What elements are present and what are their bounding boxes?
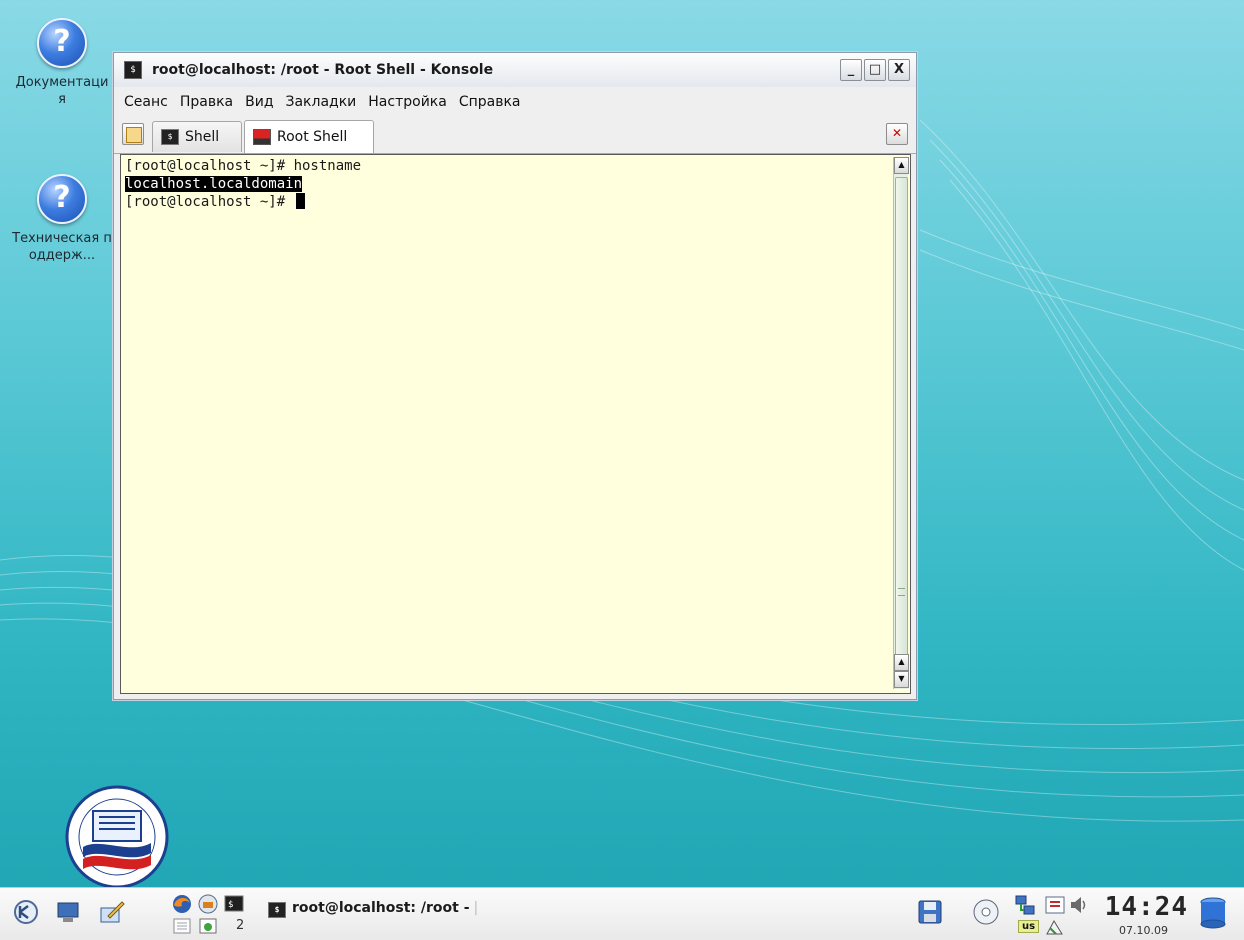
scroll-up-button[interactable]: ▲ [894, 157, 909, 174]
taskbar-task-konsole[interactable]: $ root@localhost: /root - | [268, 894, 500, 940]
calendar-icon[interactable] [198, 918, 218, 934]
selected-text: localhost.localdomain [125, 176, 303, 192]
tab-label: Shell [185, 129, 220, 145]
terminal-output: [root@localhost ~]# hostname localhost.lo… [125, 157, 885, 211]
menu-settings[interactable]: Настройка [366, 92, 449, 112]
desktop-icon-support[interactable]: ? Техническая поддерж... [12, 174, 112, 264]
tab-root-shell[interactable]: Root Shell [244, 120, 374, 153]
terminal-icon: $ [161, 129, 179, 145]
kde-menu-icon[interactable] [12, 898, 40, 926]
scroll-up-button-bottom[interactable]: ▲ [894, 654, 909, 671]
network-status-icon[interactable] [1014, 894, 1040, 916]
konsole-window[interactable]: $ root@localhost: /root - Root Shell - K… [113, 52, 917, 700]
text-cursor [295, 193, 305, 209]
help-icon: ? [37, 174, 87, 224]
menubar: Сеанс Правка Вид Закладки Настройка Спра… [114, 87, 916, 117]
scrollbar-thumb[interactable] [895, 177, 908, 659]
desktop-icon-label: Документация [15, 75, 109, 107]
update-notifier-icon[interactable] [1044, 918, 1066, 936]
new-tab-button[interactable] [122, 123, 144, 145]
terminal-line: [root@localhost ~]# hostname [125, 158, 362, 174]
save-icon[interactable] [916, 898, 944, 926]
desktop-icon-label: Техническая поддерж... [12, 231, 112, 263]
grip-icon [898, 588, 905, 596]
network-client-icon[interactable] [198, 894, 218, 914]
menu-help[interactable]: Справка [457, 92, 523, 112]
terminal-icon[interactable]: $ [224, 894, 244, 914]
taskbar: $ 2 $ root@localhost: /root - | us 14:24… [0, 887, 1244, 940]
terminal-prompt-line: [root@localhost ~]# [125, 193, 885, 211]
menu-view[interactable]: Вид [243, 92, 275, 112]
virtual-desktop-pager[interactable]: 2 [236, 918, 244, 933]
keyboard-layout-indicator[interactable]: us [1018, 920, 1040, 933]
window-title: root@localhost: /root - Root Shell - Kon… [152, 62, 494, 78]
date: 07.10.09 [1119, 924, 1168, 937]
text-editor-icon[interactable] [172, 918, 192, 934]
firefox-icon[interactable] [172, 894, 192, 914]
terminal-icon: $ [124, 61, 142, 79]
new-session-icon [126, 127, 142, 143]
window-titlebar[interactable]: $ root@localhost: /root - Root Shell - K… [114, 53, 916, 87]
svg-text:$: $ [228, 900, 233, 910]
education-project-logo [65, 785, 169, 889]
minimize-button[interactable]: _ [840, 59, 862, 81]
close-tab-button[interactable]: ✕ [886, 123, 908, 145]
clipboard-icon[interactable] [1044, 894, 1066, 916]
terminal-area[interactable]: [root@localhost ~]# hostname localhost.lo… [120, 154, 911, 694]
task-label-fade: | [473, 900, 479, 916]
storage-icon[interactable] [1198, 896, 1228, 930]
optical-disc-icon[interactable] [972, 898, 1000, 926]
terminal-line-selected: localhost.localdomain [125, 175, 885, 193]
volume-icon[interactable] [1068, 894, 1090, 916]
tab-shell[interactable]: $ Shell [152, 121, 242, 152]
menu-session[interactable]: Сеанс [122, 92, 170, 112]
menu-bookmarks[interactable]: Закладки [284, 92, 359, 112]
editor-icon[interactable] [98, 898, 126, 926]
root-terminal-icon [253, 129, 271, 145]
desktop-icon-documentation[interactable]: ? Документация [12, 18, 112, 108]
close-button[interactable]: X [888, 59, 910, 81]
scroll-down-button[interactable]: ▼ [894, 671, 909, 688]
tab-bar: $ Shell Root Shell ✕ [114, 117, 916, 154]
terminal-icon: $ [268, 902, 286, 918]
menu-edit[interactable]: Правка [178, 92, 235, 112]
help-icon: ? [37, 18, 87, 68]
maximize-button[interactable]: □ [864, 59, 886, 81]
desktop-icon[interactable] [54, 898, 82, 926]
terminal-scrollbar[interactable]: ▲ ▲ ▼ [893, 157, 909, 689]
terminal-prompt: [root@localhost ~]# [125, 194, 294, 210]
clock[interactable]: 14:24 [1105, 892, 1188, 922]
task-label: root@localhost: /root - [292, 900, 470, 916]
tab-label: Root Shell [277, 129, 348, 145]
